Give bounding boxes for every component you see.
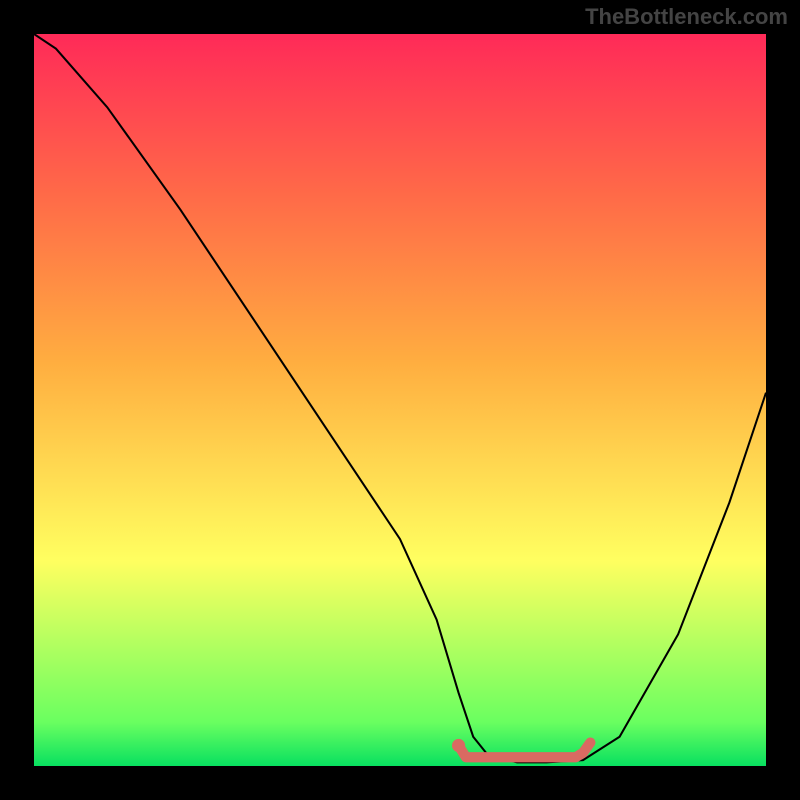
curve-line — [34, 34, 766, 762]
marker-line — [459, 743, 591, 758]
chart-svg — [34, 34, 766, 766]
marker-dot — [452, 739, 465, 752]
watermark-text: TheBottleneck.com — [585, 4, 788, 30]
chart-container: TheBottleneck.com — [0, 0, 800, 800]
plot-area — [34, 34, 766, 766]
